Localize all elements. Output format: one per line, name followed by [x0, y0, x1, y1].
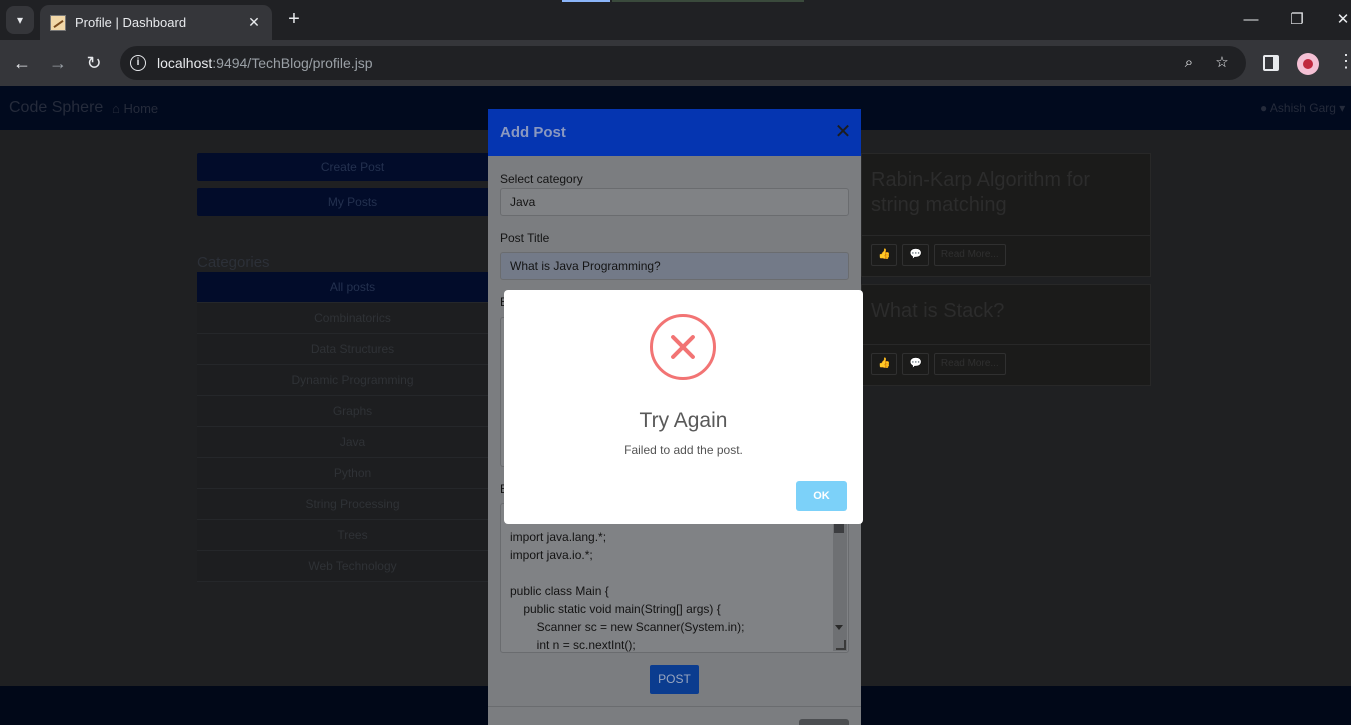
category-item-python[interactable]: Python: [197, 458, 508, 489]
comment-button[interactable]: 💬: [902, 244, 929, 266]
post-title: Rabin-Karp Algorithm for string matching: [862, 154, 1150, 236]
error-alert-dialog: Try Again Failed to add the post. OK: [504, 290, 863, 524]
sidebar: Create Post My Posts Categories All post…: [197, 153, 508, 582]
post-list: Rabin-Karp Algorithm for string matching…: [861, 153, 1151, 393]
alert-message: Failed to add the post.: [624, 443, 743, 457]
brand-logo[interactable]: Code Sphere: [9, 99, 103, 117]
side-panel-icon[interactable]: [1263, 55, 1279, 71]
category-label: Select category: [500, 172, 583, 186]
like-button[interactable]: 👍: [871, 353, 898, 375]
ok-button[interactable]: OK: [796, 481, 847, 511]
post-title-label: Post Title: [500, 231, 550, 245]
nav-user-link[interactable]: ● Ashish Garg ▾: [1260, 101, 1345, 115]
code-content: import java.lang.*; import java.io.*; pub…: [510, 530, 745, 652]
modal-footer-button[interactable]: [799, 719, 849, 725]
categories-heading: Categories: [197, 254, 270, 271]
category-item-trees[interactable]: Trees: [197, 520, 508, 551]
category-item-dynamic-programming[interactable]: Dynamic Programming: [197, 365, 508, 396]
tab-close-icon[interactable]: ✕: [246, 14, 262, 31]
category-item-all-posts[interactable]: All posts: [197, 272, 508, 303]
reload-icon[interactable]: ↻: [82, 51, 106, 75]
address-bar[interactable]: i localhost:9494/TechBlog/profile.jsp ⌕ …: [120, 46, 1246, 80]
post-card: Rabin-Karp Algorithm for string matching…: [861, 153, 1151, 277]
browser-toolbar: ← → ↻ i localhost:9494/TechBlog/profile.…: [0, 40, 1351, 86]
my-posts-button[interactable]: My Posts: [197, 188, 508, 216]
browser-menu-icon[interactable]: ⋮: [1337, 51, 1351, 72]
read-more-button[interactable]: Read More...: [933, 353, 1006, 375]
modal-title: Add Post: [500, 124, 566, 141]
tabstrip-accent: [562, 0, 610, 2]
tab-search-chevron-down-icon[interactable]: ▾: [6, 6, 34, 34]
code-scrollbar[interactable]: [833, 505, 847, 651]
modal-close-icon[interactable]: ✕: [833, 121, 853, 143]
post-submit-button[interactable]: POST: [650, 665, 699, 694]
category-item-data-structures[interactable]: Data Structures: [197, 334, 508, 365]
category-item-graphs[interactable]: Graphs: [197, 396, 508, 427]
minimize-icon[interactable]: —: [1239, 8, 1263, 32]
alert-title: Try Again: [639, 409, 728, 432]
tabstrip-accent-secondary: [612, 0, 804, 2]
tab-title: Profile | Dashboard: [75, 15, 187, 30]
forward-arrow-icon[interactable]: →: [46, 51, 70, 75]
scroll-down-arrow-icon[interactable]: [835, 625, 843, 630]
category-list: All posts Combinatorics Data Structures …: [197, 272, 508, 582]
category-item-java[interactable]: Java: [197, 427, 508, 458]
post-title-input[interactable]: What is Java Programming?: [500, 252, 849, 280]
bookmark-star-icon[interactable]: ☆: [1212, 53, 1232, 73]
site-info-icon[interactable]: i: [130, 55, 146, 71]
error-x-circle-icon: [650, 314, 716, 380]
category-item-combinatorics[interactable]: Combinatorics: [197, 303, 508, 334]
modal-footer-divider: [488, 706, 861, 707]
read-more-button[interactable]: Read More...: [933, 244, 1006, 266]
category-item-web-technology[interactable]: Web Technology: [197, 551, 508, 582]
browser-tab[interactable]: Profile | Dashboard ✕: [40, 5, 272, 40]
zoom-magnifier-icon[interactable]: ⌕: [1179, 53, 1199, 73]
new-tab-plus-icon[interactable]: +: [282, 8, 306, 32]
nav-home-link[interactable]: ⌂ Home: [112, 101, 158, 116]
like-button[interactable]: 👍: [871, 244, 898, 266]
post-title: What is Stack?: [862, 285, 1150, 345]
post-card-footer: 👍 💬 Read More...: [862, 236, 1150, 276]
category-item-string-processing[interactable]: String Processing: [197, 489, 508, 520]
restore-icon[interactable]: ❐: [1285, 8, 1309, 32]
create-post-button[interactable]: Create Post: [197, 153, 508, 181]
category-select[interactable]: Java: [500, 188, 849, 216]
profile-avatar-icon[interactable]: [1297, 53, 1319, 75]
favicon-icon: [50, 14, 66, 31]
post-code-textarea[interactable]: import java.lang.*; import java.io.*; pub…: [500, 503, 849, 653]
modal-header: Add Post ✕: [488, 109, 861, 156]
url-text[interactable]: localhost:9494/TechBlog/profile.jsp: [157, 55, 373, 71]
post-card-footer: 👍 💬 Read More...: [862, 345, 1150, 385]
back-arrow-icon[interactable]: ←: [10, 51, 34, 75]
browser-tabstrip: ▾ Profile | Dashboard ✕ + — ❐ ✕: [0, 0, 1351, 40]
resize-handle-icon[interactable]: [836, 640, 846, 650]
window-close-icon[interactable]: ✕: [1331, 8, 1351, 32]
comment-button[interactable]: 💬: [902, 353, 929, 375]
post-card: What is Stack? 👍 💬 Read More...: [861, 284, 1151, 386]
